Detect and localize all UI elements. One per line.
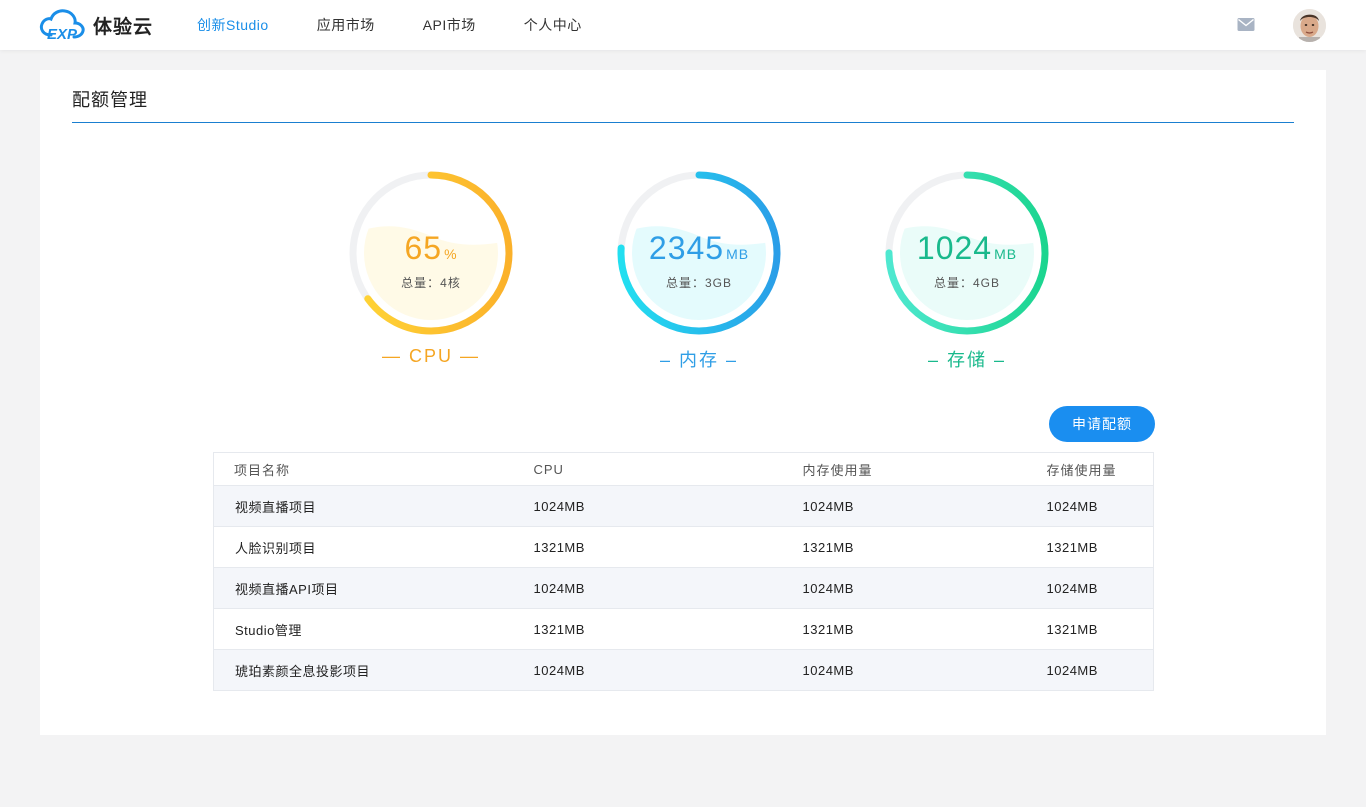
nav-item-api-market[interactable]: API市场 bbox=[423, 15, 476, 35]
table-row[interactable]: 人脸识别项目 1321MB 1321MB 1321MB bbox=[213, 526, 1154, 568]
cpu-gauge-value: 65% bbox=[348, 228, 514, 274]
memory-gauge-label: – 内存 – bbox=[659, 350, 739, 370]
col-header-memory: 内存使用量 bbox=[802, 452, 1047, 486]
cell-cpu: 1024MB bbox=[533, 485, 803, 527]
nav-item-personal-center[interactable]: 个人中心 bbox=[524, 15, 582, 35]
cpu-value-unit: % bbox=[444, 246, 458, 262]
cell-cpu: 1024MB bbox=[533, 567, 803, 609]
cpu-value-number: 65 bbox=[404, 230, 443, 266]
table-row[interactable]: 视频直播项目 1024MB 1024MB 1024MB bbox=[213, 485, 1154, 527]
cell-project: 视频直播项目 bbox=[213, 485, 534, 527]
memory-value-unit: MB bbox=[726, 246, 750, 262]
main-nav: 创新Studio 应用市场 API市场 个人中心 bbox=[197, 0, 630, 50]
logo[interactable]: EXP 体验云 bbox=[39, 9, 153, 41]
storage-gauge: 1024 MB 总量：4GB bbox=[884, 170, 1050, 336]
cell-project: 琥珀素颜全息投影项目 bbox=[213, 649, 534, 691]
avatar[interactable] bbox=[1293, 9, 1326, 42]
cell-storage: 1024MB bbox=[1046, 485, 1154, 527]
storage-total: 总量：4GB bbox=[933, 276, 1000, 290]
page-title: 配额管理 bbox=[72, 90, 148, 110]
cell-storage: 1024MB bbox=[1046, 567, 1154, 609]
svg-text:EXP: EXP bbox=[47, 26, 78, 41]
table-row[interactable]: 琥珀素颜全息投影项目 1024MB 1024MB 1024MB bbox=[213, 649, 1154, 691]
storage-value-number: 1024 bbox=[916, 230, 993, 266]
quota-table: 项目名称 CPU 内存使用量 存储使用量 视频直播项目 1024MB 1024M… bbox=[213, 452, 1154, 691]
nav-item-app-market[interactable]: 应用市场 bbox=[317, 15, 375, 35]
cpu-total: 总量：4核 bbox=[401, 276, 461, 290]
apply-quota-button[interactable]: 申请配额 bbox=[1049, 406, 1155, 442]
col-header-storage: 存储使用量 bbox=[1046, 452, 1154, 486]
cell-cpu: 1321MB bbox=[533, 608, 803, 650]
cell-project: Studio管理 bbox=[213, 608, 534, 650]
cell-project: 视频直播API项目 bbox=[213, 567, 534, 609]
mail-icon[interactable] bbox=[1237, 17, 1255, 32]
quota-panel: 配额管理 65% 总量：4核 — CPU — 2345 MB 总量：3GB – 内… bbox=[40, 70, 1326, 735]
logo-text: 体验云 bbox=[93, 16, 154, 38]
cell-memory: 1321MB bbox=[802, 608, 1047, 650]
cpu-gauge: 65% 总量：4核 bbox=[348, 170, 514, 336]
cell-cpu: 1321MB bbox=[533, 526, 803, 568]
col-header-project: 项目名称 bbox=[213, 452, 534, 486]
cell-memory: 1024MB bbox=[802, 567, 1047, 609]
cell-storage: 1024MB bbox=[1046, 649, 1154, 691]
cell-cpu: 1024MB bbox=[533, 649, 803, 691]
cell-project: 人脸识别项目 bbox=[213, 526, 534, 568]
cpu-gauge-label: — CPU — bbox=[381, 346, 480, 366]
nav-item-studio[interactable]: 创新Studio bbox=[197, 15, 269, 35]
storage-value-unit: MB bbox=[994, 246, 1018, 262]
storage-gauge-value: 1024 MB bbox=[884, 228, 1050, 274]
top-bar: EXP 体验云 创新Studio 应用市场 API市场 个人中心 bbox=[0, 0, 1366, 50]
cell-storage: 1321MB bbox=[1046, 608, 1154, 650]
memory-value-number: 2345 bbox=[648, 230, 725, 266]
cell-storage: 1321MB bbox=[1046, 526, 1154, 568]
table-row[interactable]: Studio管理 1321MB 1321MB 1321MB bbox=[213, 608, 1154, 650]
memory-gauge: 2345 MB 总量：3GB bbox=[616, 170, 782, 336]
storage-gauge-label: – 存储 – bbox=[927, 350, 1007, 370]
cell-memory: 1024MB bbox=[802, 649, 1047, 691]
title-divider bbox=[72, 122, 1294, 123]
memory-total: 总量：3GB bbox=[665, 276, 732, 290]
cell-memory: 1024MB bbox=[802, 485, 1047, 527]
cloud-logo-icon: EXP bbox=[39, 9, 85, 41]
table-header-row: 项目名称 CPU 内存使用量 存储使用量 bbox=[213, 452, 1154, 486]
cell-memory: 1321MB bbox=[802, 526, 1047, 568]
table-row[interactable]: 视频直播API项目 1024MB 1024MB 1024MB bbox=[213, 567, 1154, 609]
col-header-cpu: CPU bbox=[533, 452, 803, 486]
memory-gauge-value: 2345 MB bbox=[616, 228, 782, 274]
